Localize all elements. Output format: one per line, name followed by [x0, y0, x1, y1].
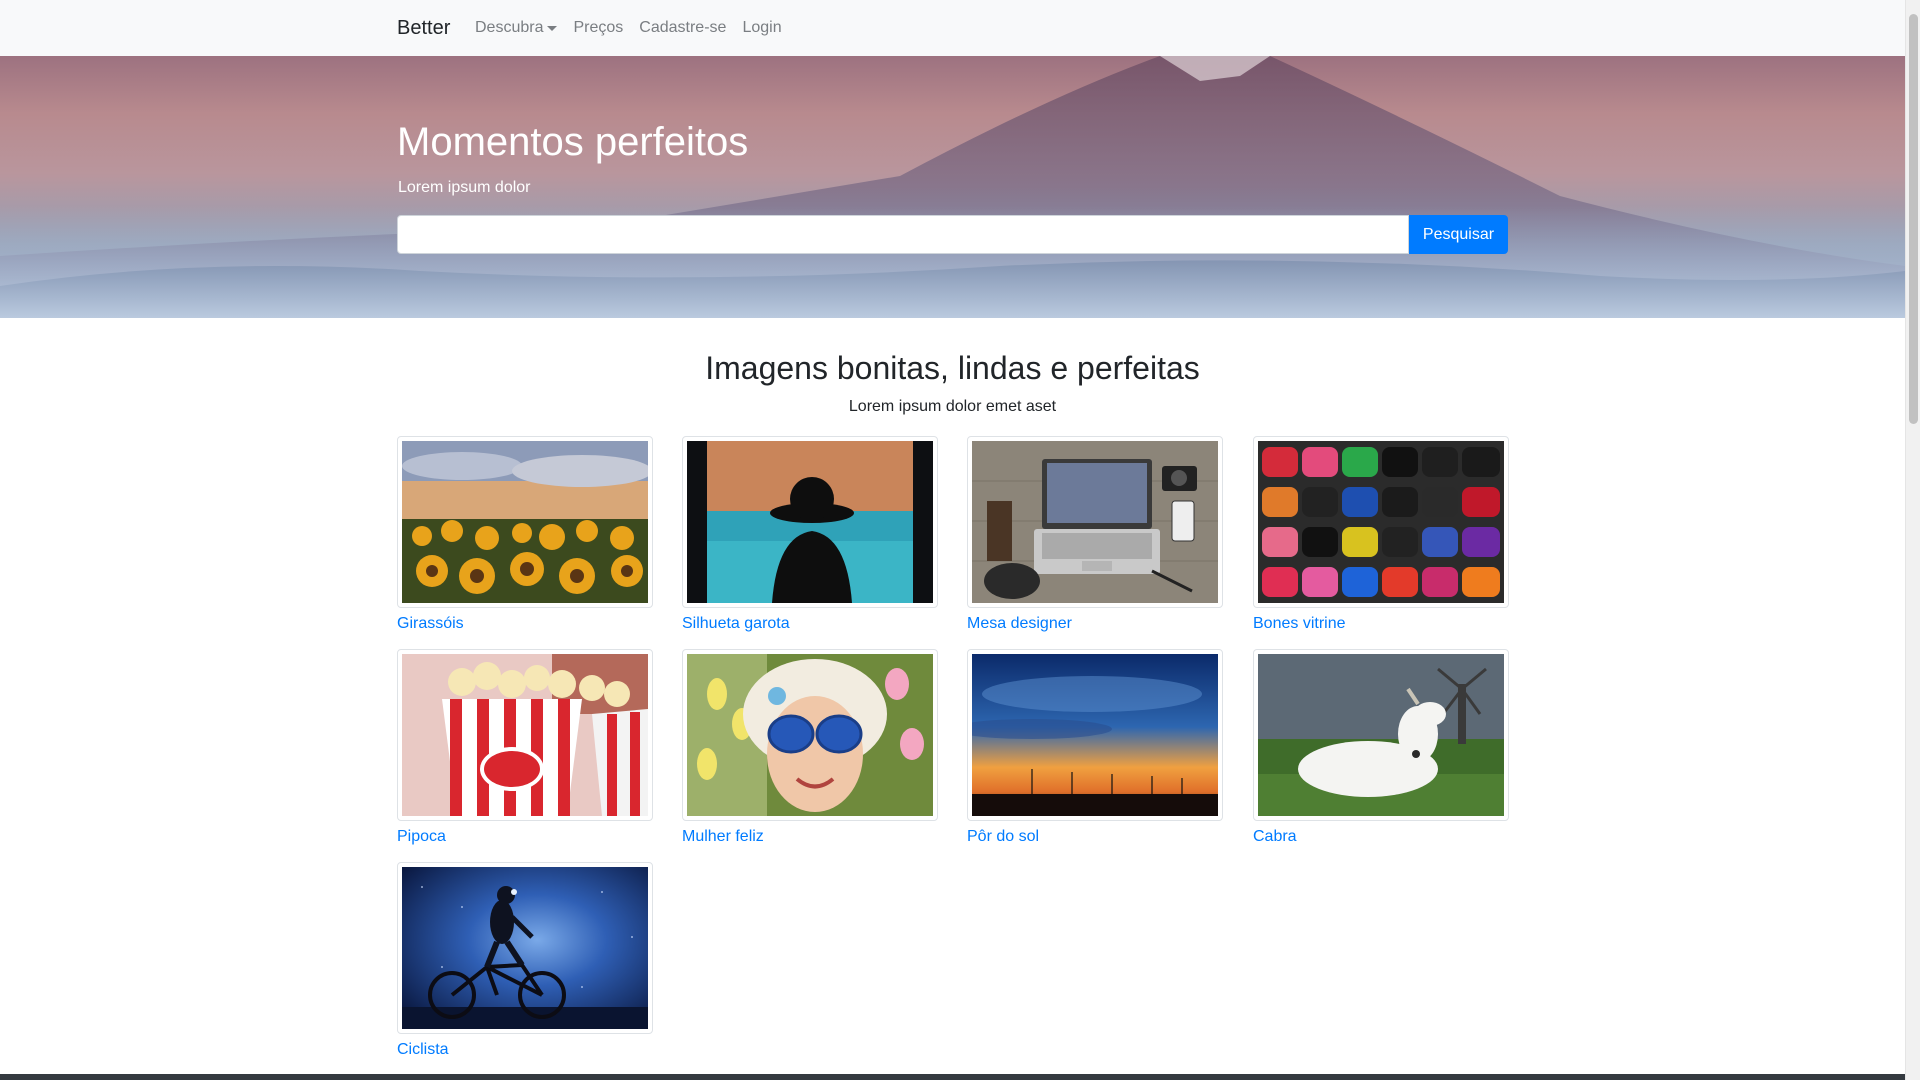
gallery-card: Ciclista — [397, 862, 653, 1060]
caption-link[interactable]: Mesa designer — [967, 614, 1223, 634]
caption-link[interactable]: Pôr do sol — [967, 827, 1223, 847]
image-goat[interactable] — [1253, 649, 1509, 821]
scrollbar-thumb[interactable] — [1909, 14, 1918, 424]
caps-image — [1258, 441, 1504, 603]
nav-descubra-label: Descubra — [475, 19, 544, 36]
image-sunflowers[interactable] — [397, 436, 653, 608]
gallery-card: Mulher feliz — [682, 649, 938, 847]
hero-banner: Momentos perfeitos Lorem ipsum dolor Pes… — [0, 56, 1905, 318]
hero-title: Momentos perfeitos — [397, 120, 749, 164]
gallery-card: Silhueta garota — [682, 436, 938, 634]
image-silhouette[interactable] — [682, 436, 938, 608]
caption-link[interactable]: Bones vitrine — [1253, 614, 1509, 634]
nav-precos[interactable]: Preços — [565, 0, 631, 56]
caret-down-icon — [547, 25, 558, 31]
desk-image — [972, 441, 1218, 603]
caption-link[interactable]: Girassóis — [397, 614, 653, 634]
gallery-card: Cabra — [1253, 649, 1509, 847]
woman-image — [687, 654, 933, 816]
navbar: Better Descubra Preços Cadastre-se Login — [0, 0, 1905, 56]
image-desk[interactable] — [967, 436, 1223, 608]
gallery-card: Girassóis — [397, 436, 653, 634]
page-scrollbar[interactable] — [1905, 0, 1920, 1080]
nav-cadastre-se[interactable]: Cadastre-se — [631, 0, 734, 56]
search-input[interactable] — [397, 215, 1409, 254]
gallery-card: Pôr do sol — [967, 649, 1223, 847]
search-button[interactable]: Pesquisar — [1409, 215, 1508, 254]
mountain-background-image — [0, 56, 1905, 318]
image-caps[interactable] — [1253, 436, 1509, 608]
gallery-card: Pipoca — [397, 649, 653, 847]
sunset-image — [972, 654, 1218, 816]
hero-subtitle: Lorem ipsum dolor — [398, 179, 531, 196]
nav-descubra-dropdown[interactable]: Descubra — [467, 0, 565, 56]
section-subtitle: Lorem ipsum dolor emet aset — [848, 398, 1057, 415]
image-cyclist[interactable] — [397, 862, 653, 1034]
caption-link[interactable]: Pipoca — [397, 827, 653, 847]
gallery-card: Mesa designer — [967, 436, 1223, 634]
brand-logo[interactable]: Better — [397, 15, 450, 41]
caption-link[interactable]: Cabra — [1253, 827, 1509, 847]
silhouette-image — [687, 441, 933, 603]
caption-link[interactable]: Mulher feliz — [682, 827, 938, 847]
cyclist-image — [402, 867, 648, 1029]
footer — [0, 1074, 1905, 1080]
image-sunset[interactable] — [967, 649, 1223, 821]
gallery-card: Bones vitrine — [1253, 436, 1509, 634]
caption-link[interactable]: Silhueta garota — [682, 614, 938, 634]
image-popcorn[interactable] — [397, 649, 653, 821]
popcorn-image — [402, 654, 648, 816]
section-title: Imagens bonitas, lindas e perfeitas — [705, 350, 1200, 386]
caption-link[interactable]: Ciclista — [397, 1040, 653, 1060]
nav-login[interactable]: Login — [734, 0, 789, 56]
nav-links: Descubra Preços Cadastre-se Login — [467, 0, 790, 56]
sunflowers-image — [402, 441, 648, 603]
goat-image — [1258, 654, 1504, 816]
image-woman[interactable] — [682, 649, 938, 821]
